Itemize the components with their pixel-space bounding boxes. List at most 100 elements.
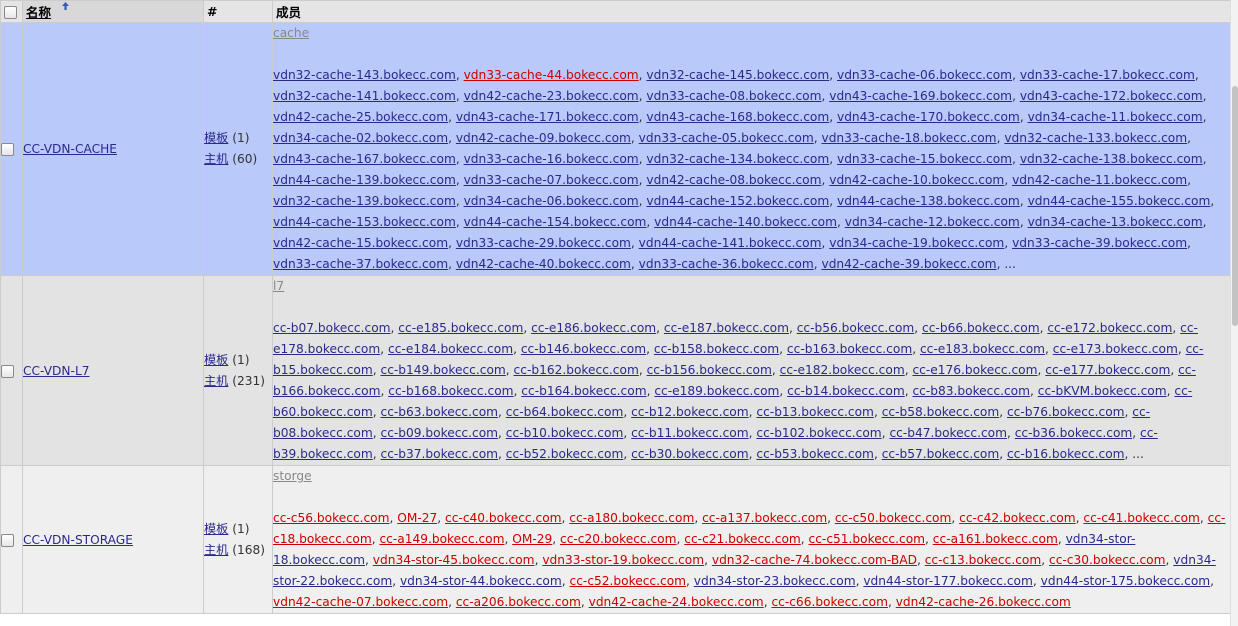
member-host-link[interactable]: vdn43-cache-170.bokecc.com — [837, 110, 1020, 124]
member-host-link[interactable]: vdn33-cache-05.bokecc.com — [639, 131, 814, 145]
member-host-link[interactable]: vdn44-cache-155.bokecc.com — [1028, 194, 1211, 208]
member-host-link[interactable]: vdn33-cache-18.bokecc.com — [821, 131, 996, 145]
member-host-link[interactable]: cc-c52.bokecc.com — [570, 574, 687, 588]
member-host-link[interactable]: cc-b10.bokecc.com — [506, 426, 624, 440]
member-host-link[interactable]: vdn34-cache-13.bokecc.com — [1028, 215, 1203, 229]
member-host-link[interactable]: cc-c21.bokecc.com — [684, 532, 801, 546]
member-host-link[interactable]: vdn44-cache-154.bokecc.com — [464, 215, 647, 229]
member-host-link[interactable]: cc-b09.bokecc.com — [381, 426, 499, 440]
member-host-link[interactable]: vdn42-cache-26.bokecc.com — [896, 595, 1071, 609]
member-host-link[interactable]: vdn43-cache-167.bokecc.com — [273, 152, 456, 166]
member-host-link[interactable]: cc-b13.bokecc.com — [756, 405, 874, 419]
member-host-link[interactable]: cc-c56.bokecc.com — [273, 511, 390, 525]
member-host-link[interactable]: vdn32-cache-138.bokecc.com — [1020, 152, 1203, 166]
member-host-link[interactable]: cc-c41.bokecc.com — [1083, 511, 1200, 525]
member-host-link[interactable]: vdn42-cache-25.bokecc.com — [273, 110, 448, 124]
member-host-link[interactable]: cc-c40.bokecc.com — [445, 511, 562, 525]
member-host-link[interactable]: vdn42-cache-11.bokecc.com — [1012, 173, 1187, 187]
member-host-link[interactable]: vdn32-cache-143.bokecc.com — [273, 68, 456, 82]
member-host-link[interactable]: cc-e187.bokecc.com — [664, 321, 789, 335]
member-host-link[interactable]: vdn34-stor-23.bokecc.com — [694, 574, 856, 588]
member-host-link[interactable]: cc-b156.bokecc.com — [647, 363, 772, 377]
vertical-scrollbar[interactable] — [1230, 0, 1238, 626]
member-host-link[interactable]: cc-c42.bokecc.com — [959, 511, 1076, 525]
row-select-checkbox[interactable] — [1, 143, 14, 156]
member-host-link[interactable]: vdn34-cache-06.bokecc.com — [464, 194, 639, 208]
member-host-link[interactable]: vdn44-cache-153.bokecc.com — [273, 215, 456, 229]
member-host-link[interactable]: cc-b36.bokecc.com — [1015, 426, 1133, 440]
templates-link[interactable]: 模板 — [204, 353, 228, 367]
select-all-checkbox[interactable] — [4, 6, 17, 19]
member-host-link[interactable]: vdn42-cache-40.bokecc.com — [456, 257, 631, 271]
member-host-link[interactable]: cc-a206.bokecc.com — [456, 595, 581, 609]
member-host-link[interactable]: OM-29 — [512, 532, 552, 546]
member-host-link[interactable]: vdn44-cache-141.bokecc.com — [639, 236, 822, 250]
member-host-link[interactable]: vdn42-cache-23.bokecc.com — [464, 89, 639, 103]
member-host-link[interactable]: cc-c50.bokecc.com — [835, 511, 952, 525]
member-host-link[interactable]: vdn33-stor-19.bokecc.com — [542, 553, 704, 567]
member-host-link[interactable]: vdn32-cache-74.bokecc.com-BAD — [712, 553, 917, 567]
member-host-link[interactable]: vdn32-cache-134.bokecc.com — [646, 152, 829, 166]
member-host-link[interactable]: vdn33-cache-39.bokecc.com — [1012, 236, 1187, 250]
member-host-link[interactable]: cc-c30.bokecc.com — [1049, 553, 1166, 567]
hosts-link[interactable]: 主机 — [204, 543, 228, 557]
member-host-link[interactable]: cc-b30.bokecc.com — [631, 447, 749, 461]
member-host-link[interactable]: cc-b57.bokecc.com — [882, 447, 1000, 461]
member-host-link[interactable]: vdn33-cache-15.bokecc.com — [837, 152, 1012, 166]
templates-link[interactable]: 模板 — [204, 522, 228, 536]
member-host-link[interactable]: cc-e186.bokecc.com — [531, 321, 656, 335]
member-host-link[interactable]: cc-e173.bokecc.com — [1053, 342, 1178, 356]
member-host-link[interactable]: vdn32-cache-141.bokecc.com — [273, 89, 456, 103]
member-host-link[interactable]: cc-b52.bokecc.com — [506, 447, 624, 461]
member-host-link[interactable]: cc-a180.bokecc.com — [569, 511, 694, 525]
member-host-link[interactable]: vdn33-cache-29.bokecc.com — [456, 236, 631, 250]
member-host-link[interactable]: vdn44-cache-139.bokecc.com — [273, 173, 456, 187]
member-host-link[interactable]: cc-b53.bokecc.com — [756, 447, 874, 461]
member-host-link[interactable]: cc-b58.bokecc.com — [882, 405, 1000, 419]
member-host-link[interactable]: vdn32-cache-145.bokecc.com — [646, 68, 829, 82]
member-host-link[interactable]: vdn42-cache-39.bokecc.com — [821, 257, 996, 271]
member-host-link[interactable]: vdn33-cache-37.bokecc.com — [273, 257, 448, 271]
member-host-link[interactable]: cc-b14.bokecc.com — [787, 384, 905, 398]
member-host-link[interactable]: vdn34-cache-19.bokecc.com — [829, 236, 1004, 250]
member-host-link[interactable]: vdn34-cache-12.bokecc.com — [845, 215, 1020, 229]
member-host-link[interactable]: cc-b11.bokecc.com — [631, 426, 749, 440]
member-host-link[interactable]: cc-c20.bokecc.com — [560, 532, 677, 546]
member-host-link[interactable]: cc-b163.bokecc.com — [787, 342, 912, 356]
member-host-link[interactable]: cc-b168.bokecc.com — [388, 384, 513, 398]
member-host-link[interactable]: vdn32-cache-139.bokecc.com — [273, 194, 456, 208]
member-host-link[interactable]: vdn43-cache-168.bokecc.com — [646, 110, 829, 124]
group-name-link[interactable]: CC-VDN-STORAGE — [23, 533, 133, 547]
member-host-link[interactable]: OM-27 — [397, 511, 437, 525]
member-host-link[interactable]: vdn33-cache-08.bokecc.com — [646, 89, 821, 103]
member-host-link[interactable]: cc-e189.bokecc.com — [654, 384, 779, 398]
member-host-link[interactable]: cc-b149.bokecc.com — [381, 363, 506, 377]
member-host-link[interactable]: vdn42-cache-15.bokecc.com — [273, 236, 448, 250]
member-host-link[interactable]: vdn33-cache-17.bokecc.com — [1020, 68, 1195, 82]
scrollbar-thumb[interactable] — [1232, 86, 1238, 326]
member-host-link[interactable]: cc-b83.bokecc.com — [912, 384, 1030, 398]
group-name-link[interactable]: CC-VDN-L7 — [23, 364, 89, 378]
member-host-link[interactable]: cc-e176.bokecc.com — [912, 363, 1037, 377]
member-host-link[interactable]: cc-a161.bokecc.com — [933, 532, 1058, 546]
member-host-link[interactable]: cc-b158.bokecc.com — [654, 342, 779, 356]
member-host-link[interactable]: cc-c51.bokecc.com — [809, 532, 926, 546]
member-host-link[interactable]: cc-b12.bokecc.com — [631, 405, 749, 419]
member-host-link[interactable]: cc-b07.bokecc.com — [273, 321, 391, 335]
member-host-link[interactable]: cc-b63.bokecc.com — [381, 405, 499, 419]
member-host-link[interactable]: vdn33-cache-16.bokecc.com — [464, 152, 639, 166]
member-host-link[interactable]: vdn33-cache-06.bokecc.com — [837, 68, 1012, 82]
member-host-link[interactable]: vdn32-cache-133.bokecc.com — [1004, 131, 1187, 145]
template-tag-link[interactable]: storge — [273, 469, 312, 483]
member-host-link[interactable]: vdn42-cache-07.bokecc.com — [273, 595, 448, 609]
member-host-link[interactable]: cc-b76.bokecc.com — [1007, 405, 1125, 419]
member-host-link[interactable]: vdn42-cache-10.bokecc.com — [829, 173, 1004, 187]
member-host-link[interactable]: cc-e177.bokecc.com — [1045, 363, 1170, 377]
member-host-link[interactable]: cc-c13.bokecc.com — [925, 553, 1042, 567]
member-host-link[interactable]: cc-b56.bokecc.com — [797, 321, 915, 335]
member-host-link[interactable]: vdn34-stor-44.bokecc.com — [400, 574, 562, 588]
member-host-link[interactable]: cc-b16.bokecc.com — [1007, 447, 1125, 461]
member-host-link[interactable]: cc-e172.bokecc.com — [1047, 321, 1172, 335]
templates-link[interactable]: 模板 — [204, 131, 228, 145]
row-select-checkbox[interactable] — [1, 364, 14, 378]
